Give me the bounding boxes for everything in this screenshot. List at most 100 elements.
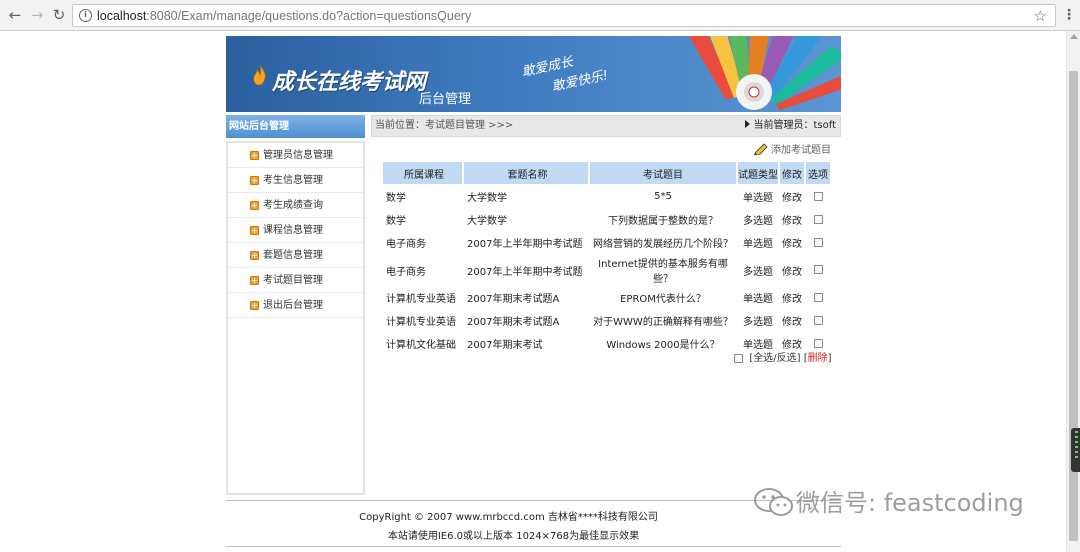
table-row: 数学 大学数学 5*5 单选题 修改 bbox=[383, 186, 830, 207]
row-select-cell bbox=[806, 287, 830, 308]
cell-question: Internet提供的基本服务有哪些？ bbox=[598, 259, 728, 285]
page-scrollbar[interactable] bbox=[1066, 31, 1080, 552]
footer-browser-advice: 本站请使用IE6.0或以上版本 1024×768为最佳显示效果 bbox=[387, 531, 640, 542]
select-all-toggle[interactable]: [全选/反选] bbox=[749, 353, 800, 364]
cell-course: 数学 bbox=[386, 216, 406, 227]
back-arrow-icon[interactable]: ← bbox=[6, 6, 24, 24]
reload-icon[interactable]: ↻ bbox=[50, 6, 68, 24]
plus-bullet-icon: + bbox=[250, 226, 259, 235]
edit-link[interactable]: 修改 bbox=[780, 209, 804, 230]
sidebar-item-score-query[interactable]: + 考生成绩查询 bbox=[228, 193, 363, 218]
header-question: 考试题目 bbox=[590, 162, 736, 184]
cell-course: 电子商务 bbox=[386, 239, 426, 250]
table-header-row: 所属课程 套题名称 考试题目 试题类型 修改 选项 bbox=[383, 162, 830, 184]
banner-subtitle: 后台管理 bbox=[419, 92, 472, 107]
sidebar-item-label: 退出后台管理 bbox=[263, 300, 323, 311]
scroll-up-arrow-icon[interactable] bbox=[1070, 34, 1078, 39]
admin-page: 成长在线考试网 后台管理 敢爱成长 敢爱快乐! 网站后台管理 + 管理员信息管理 … bbox=[226, 36, 841, 552]
sidebar-menu: + 管理员信息管理 + 考生信息管理 + 考生成绩查询 + 课程信息管理 + 套题信息管理… bbox=[226, 141, 365, 495]
row-checkbox[interactable] bbox=[813, 315, 823, 325]
row-select-cell bbox=[806, 209, 830, 230]
pencil-icon bbox=[754, 143, 768, 155]
row-checkbox[interactable] bbox=[813, 292, 823, 302]
info-icon[interactable]: i bbox=[79, 9, 92, 22]
address-bar[interactable]: i localhost:8080/Exam/manage/questions.d… bbox=[72, 4, 1056, 27]
questions-table: 所属课程 套题名称 考试题目 试题类型 修改 选项 数学 大学数学 5*5 单选… bbox=[381, 160, 832, 356]
cell-paper: 2007年期末考试题A bbox=[467, 317, 560, 328]
delete-link[interactable]: 删除 bbox=[808, 353, 828, 364]
cell-question: Windows 2000是什么？ bbox=[606, 340, 720, 351]
edit-link[interactable]: 修改 bbox=[780, 255, 804, 285]
sidebar-item-label: 套题信息管理 bbox=[263, 250, 323, 261]
sidebar-item-admin-info[interactable]: + 管理员信息管理 bbox=[228, 143, 363, 168]
sidebar-item-logout[interactable]: + 退出后台管理 bbox=[228, 293, 363, 318]
sidebar-item-label: 管理员信息管理 bbox=[263, 150, 333, 161]
row-checkbox[interactable] bbox=[813, 191, 823, 201]
table-row: 计算机专业英语 2007年期末考试题A 对于WWW的正确解释有哪些？ 多选题 修… bbox=[383, 310, 830, 331]
select-all-checkbox[interactable] bbox=[734, 353, 743, 363]
footer-divider-top bbox=[226, 500, 841, 501]
edit-link[interactable]: 修改 bbox=[780, 186, 804, 207]
cell-paper: 2007年期末考试题A bbox=[467, 294, 560, 305]
sidebar-item-paper-info[interactable]: + 套题信息管理 bbox=[228, 243, 363, 268]
cell-type: 单选题 bbox=[743, 239, 773, 250]
plus-bullet-icon: + bbox=[250, 151, 259, 160]
edit-link[interactable]: 修改 bbox=[780, 287, 804, 308]
current-admin: 当前管理员：tsoft bbox=[745, 116, 836, 136]
current-admin-label: 当前管理员：tsoft bbox=[753, 120, 836, 131]
url-path: :8080/Exam/manage/questions.do?action=qu… bbox=[146, 9, 472, 23]
cell-paper: 大学数学 bbox=[467, 193, 507, 204]
cell-paper: 大学数学 bbox=[467, 216, 507, 227]
row-select-cell bbox=[806, 232, 830, 253]
plus-bullet-icon: + bbox=[250, 251, 259, 260]
cell-course: 电子商务 bbox=[386, 266, 426, 278]
watermark-text: 微信号: feastcoding bbox=[796, 489, 1024, 517]
sidebar-item-question-manage[interactable]: + 考试题目管理 bbox=[228, 268, 363, 293]
sidebar-item-course-info[interactable]: + 课程信息管理 bbox=[228, 218, 363, 243]
row-checkbox[interactable] bbox=[813, 338, 823, 348]
cell-course: 计算机文化基础 bbox=[386, 340, 456, 351]
bulk-actions: [全选/反选] [删除] bbox=[734, 349, 832, 364]
sidebar-item-label: 考生信息管理 bbox=[263, 175, 323, 186]
row-checkbox[interactable] bbox=[813, 265, 823, 274]
plus-bullet-icon: + bbox=[250, 176, 259, 185]
cell-course: 计算机专业英语 bbox=[386, 317, 456, 328]
cell-paper: 2007年上半年期中考试题 bbox=[467, 239, 583, 250]
cell-type: 多选题 bbox=[743, 317, 773, 328]
edit-link[interactable]: 修改 bbox=[780, 310, 804, 331]
cell-course: 数学 bbox=[386, 193, 406, 204]
cell-question: EPROM代表什么？ bbox=[620, 294, 706, 305]
row-select-cell bbox=[806, 255, 830, 285]
browser-toolbar: ← → ↻ i localhost:8080/Exam/manage/quest… bbox=[0, 0, 1080, 31]
delete-bracket: [删除] bbox=[803, 353, 832, 364]
plus-bullet-icon: + bbox=[250, 301, 259, 310]
header-type: 试题类型 bbox=[738, 162, 778, 184]
table-row: 电子商务 2007年上半年期中考试题 网络营销的发展经历几个阶段？ 单选题 修改 bbox=[383, 232, 830, 253]
bookmark-star-icon[interactable]: ☆ bbox=[1034, 7, 1047, 25]
table-row: 电子商务 2007年上半年期中考试题 Internet提供的基本服务有哪些？ 多… bbox=[383, 255, 830, 285]
site-logo-text: 成长在线考试网 bbox=[272, 70, 427, 95]
row-select-cell bbox=[806, 310, 830, 331]
row-checkbox[interactable] bbox=[813, 237, 823, 247]
row-checkbox[interactable] bbox=[813, 214, 823, 224]
browser-menu-icon[interactable]: ⋮ bbox=[1062, 6, 1076, 24]
colored-pencils-image bbox=[688, 36, 841, 110]
flame-logo-icon bbox=[253, 64, 266, 86]
sidebar-item-label: 考生成绩查询 bbox=[263, 200, 323, 211]
cell-question: 下列数据属于整数的是？ bbox=[608, 216, 718, 227]
cell-type: 多选题 bbox=[743, 266, 773, 278]
footer-copyright: CopyRight © 2007 www.mrbccd.com 吉林省****科… bbox=[359, 512, 658, 523]
forward-arrow-icon[interactable]: → bbox=[28, 6, 46, 24]
url-text[interactable]: localhost:8080/Exam/manage/questions.do?… bbox=[97, 9, 471, 23]
edit-link[interactable]: 修改 bbox=[780, 232, 804, 253]
header-edit: 修改 bbox=[780, 162, 804, 184]
url-host: localhost bbox=[97, 9, 147, 23]
row-select-cell bbox=[806, 186, 830, 207]
plus-bullet-icon: + bbox=[250, 201, 259, 210]
cell-type: 单选题 bbox=[743, 294, 773, 305]
add-question-link[interactable]: 添加考试题目 bbox=[753, 141, 831, 156]
sidebar-item-student-info[interactable]: + 考生信息管理 bbox=[228, 168, 363, 193]
add-question-label: 添加考试题目 bbox=[771, 145, 831, 156]
side-grip-handle[interactable] bbox=[1071, 428, 1080, 472]
cell-paper: 2007年期末考试 bbox=[467, 340, 543, 351]
